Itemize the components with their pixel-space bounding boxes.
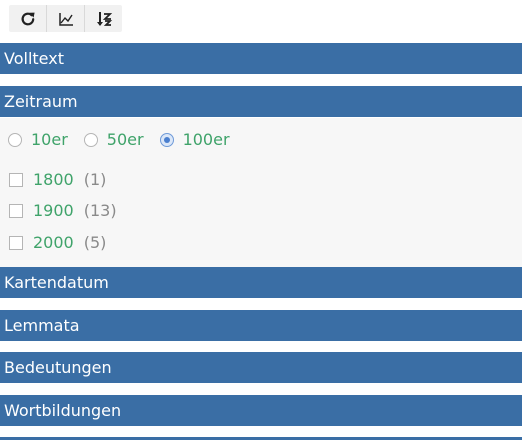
section-wortbildungen-label: Wortbildungen — [4, 401, 122, 420]
section-wortbildungen[interactable]: Wortbildungen — [0, 395, 522, 426]
interval-option-50er[interactable]: 50er — [83, 130, 144, 149]
sort-icon — [96, 11, 112, 26]
list-item-1800[interactable]: 1800 (1) — [9, 170, 106, 189]
refresh-button[interactable] — [9, 5, 46, 32]
section-lemmata[interactable]: Lemmata — [0, 310, 522, 341]
section-volltext-label: Volltext — [4, 49, 64, 68]
refresh-icon — [21, 12, 35, 25]
item-label[interactable]: 1900 — [33, 201, 74, 220]
radio-button[interactable] — [83, 132, 98, 147]
section-bedeutungen[interactable]: Bedeutungen — [0, 352, 522, 383]
interval-option-10er[interactable]: 10er — [8, 130, 68, 149]
toolbar — [9, 5, 122, 32]
sort-button[interactable] — [84, 5, 122, 32]
section-kartendatum[interactable]: Kartendatum — [0, 267, 522, 298]
interval-radio-group: 10er 50er 100er — [8, 130, 246, 149]
interval-label: 100er — [182, 130, 230, 149]
section-zeitraum[interactable]: Zeitraum — [0, 86, 522, 117]
checkbox[interactable] — [9, 235, 23, 250]
interval-label: 50er — [106, 130, 144, 149]
section-bedeutungen-label: Bedeutungen — [4, 358, 112, 377]
interval-label: 10er — [31, 130, 68, 149]
chart-button[interactable] — [46, 5, 84, 32]
item-label[interactable]: 1800 — [33, 170, 74, 189]
section-lemmata-label: Lemmata — [4, 316, 80, 335]
item-count: (13) — [83, 201, 117, 220]
section-kartendatum-label: Kartendatum — [4, 273, 109, 292]
radio-button[interactable] — [8, 132, 22, 147]
zeitraum-panel: 10er 50er 100er 1800 (1) 1900 (13) 2000 … — [0, 118, 522, 267]
section-volltext[interactable]: Volltext — [0, 43, 522, 74]
checkbox[interactable] — [9, 203, 23, 218]
list-item-2000[interactable]: 2000 (5) — [9, 233, 106, 252]
item-count: (1) — [83, 170, 107, 189]
item-label[interactable]: 2000 — [33, 233, 74, 252]
item-count: (5) — [83, 233, 107, 252]
list-item-1900[interactable]: 1900 (13) — [9, 201, 117, 220]
interval-option-100er[interactable]: 100er — [159, 130, 230, 149]
section-zeitraum-label: Zeitraum — [4, 92, 78, 111]
chart-icon — [58, 12, 73, 26]
radio-button-selected[interactable] — [159, 132, 174, 147]
checkbox[interactable] — [9, 172, 23, 187]
